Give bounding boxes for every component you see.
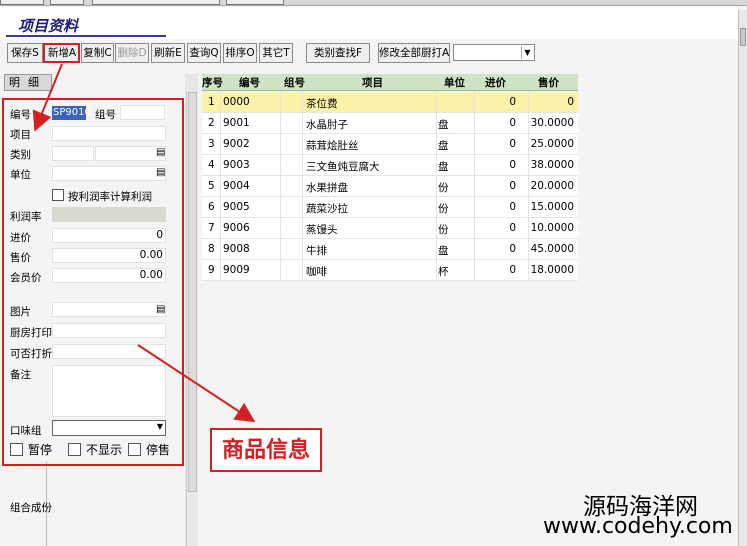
- arrow-to-note: [137, 344, 256, 423]
- arrow-to-detail: [32, 63, 63, 132]
- annotation-label: 商品信息: [210, 428, 322, 472]
- app-window: 项目资料 保存S 新增A 复制C 删除D 刷新E 查询Q 排序O 其它T 类别查…: [0, 0, 747, 546]
- annotation-arrows: [32, 63, 256, 423]
- watermark-url: www.codehy.com: [543, 514, 733, 539]
